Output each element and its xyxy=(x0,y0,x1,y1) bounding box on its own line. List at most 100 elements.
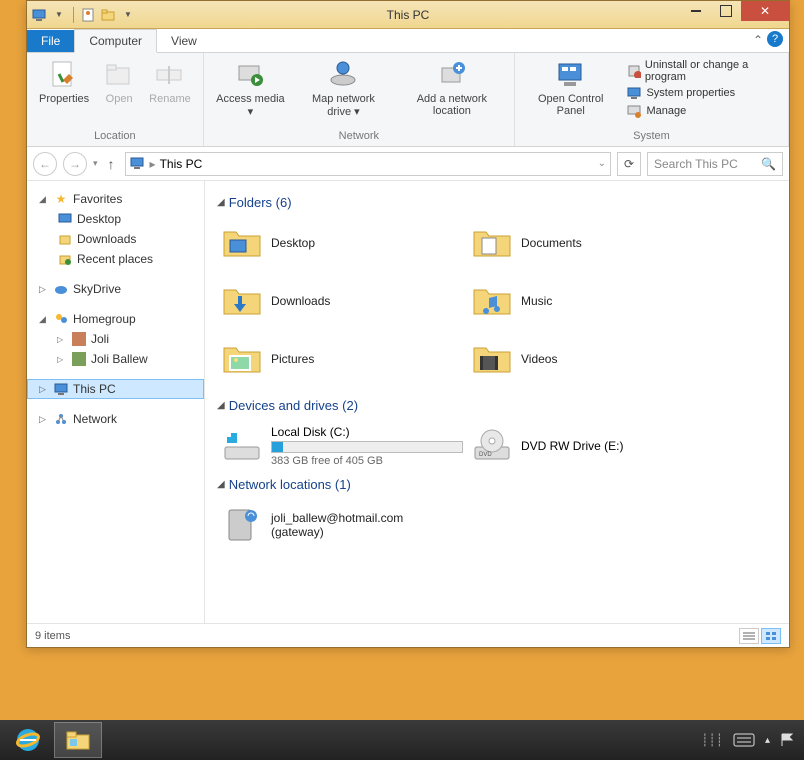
folders-header-label: Folders (6) xyxy=(229,195,292,210)
homegroup-label: Homegroup xyxy=(73,312,136,326)
view-toggles xyxy=(739,628,781,644)
taskbar-ie[interactable] xyxy=(4,722,52,758)
add-location-button[interactable]: Add a network location xyxy=(396,57,508,128)
netloc-group-header[interactable]: ◢ Network locations (1) xyxy=(217,477,777,492)
icons-view-button[interactable] xyxy=(761,628,781,644)
system-tray: ┊┊┊ ▴ xyxy=(701,732,800,748)
folder-music[interactable]: Music xyxy=(467,276,717,326)
sys-props-icon xyxy=(626,85,642,101)
folder-videos[interactable]: Videos xyxy=(467,334,717,384)
address-bar[interactable]: ▸ This PC ⌄ xyxy=(125,152,611,176)
rename-button: Rename xyxy=(143,57,197,128)
drives-header-label: Devices and drives (2) xyxy=(229,398,358,413)
qat-dropdown-icon-2[interactable]: ▼ xyxy=(120,7,136,23)
properties-icon xyxy=(48,59,80,91)
folders-group-header[interactable]: ◢ Folders (6) xyxy=(217,195,777,210)
ribbon-group-system: Open Control Panel Uninstall or change a… xyxy=(515,53,789,146)
maximize-button[interactable] xyxy=(711,1,741,21)
netloc-header-label: Network locations (1) xyxy=(229,477,351,492)
new-folder-icon[interactable] xyxy=(100,7,116,23)
uninstall-button[interactable]: Uninstall or change a program xyxy=(626,59,778,83)
sidebar-hg-user1[interactable]: ▷ Joli xyxy=(27,329,204,349)
ribbon-tab-row: File Computer View ⌃ ? xyxy=(27,29,789,53)
properties-button[interactable]: Properties xyxy=(33,57,95,128)
tab-computer[interactable]: Computer xyxy=(74,29,157,53)
refresh-button[interactable]: ⟳ xyxy=(617,152,641,176)
access-media-button[interactable]: Access media ▾ xyxy=(210,57,291,128)
qat-dropdown-icon[interactable]: ▼ xyxy=(51,7,67,23)
expand-arrow-icon[interactable]: ▷ xyxy=(57,355,67,364)
ribbon-collapse-icon[interactable]: ⌃ xyxy=(753,33,763,47)
downloads-label: Downloads xyxy=(77,232,136,246)
location-group-label: Location xyxy=(33,128,197,146)
map-drive-button[interactable]: Map network drive ▾ xyxy=(293,57,394,128)
drive-local[interactable]: Local Disk (C:) 383 GB free of 405 GB xyxy=(217,421,467,471)
cloud-icon xyxy=(53,281,69,297)
drives-group-header[interactable]: ◢ Devices and drives (2) xyxy=(217,398,777,413)
taskbar-explorer[interactable] xyxy=(54,722,102,758)
qat-icon-computer[interactable] xyxy=(31,7,47,23)
access-media-label: Access media ▾ xyxy=(216,93,285,118)
sidebar-hg-user2[interactable]: ▷ Joli Ballew xyxy=(27,349,204,369)
folder-documents[interactable]: Documents xyxy=(467,218,717,268)
tab-view[interactable]: View xyxy=(157,30,211,52)
netloc-item[interactable]: joli_ballew@hotmail.com (gateway) xyxy=(217,500,467,550)
sidebar-favorites[interactable]: ◢ ★ Favorites xyxy=(27,189,204,209)
access-media-icon xyxy=(234,59,266,91)
address-location: This PC xyxy=(160,157,203,171)
folder-icon xyxy=(471,222,513,264)
sidebar-recent[interactable]: Recent places xyxy=(27,249,204,269)
folder-downloads[interactable]: Downloads xyxy=(217,276,467,326)
forward-button[interactable]: → xyxy=(63,152,87,176)
sys-props-label: System properties xyxy=(646,87,735,99)
drive-capacity-bar xyxy=(271,441,463,453)
history-dropdown-icon[interactable]: ▾ xyxy=(93,158,98,169)
details-view-button[interactable] xyxy=(739,628,759,644)
up-button[interactable]: ↑ xyxy=(104,156,119,172)
search-input[interactable]: Search This PC 🔍 xyxy=(647,152,783,176)
expand-arrow-icon[interactable]: ▷ xyxy=(57,335,67,344)
sidebar-network[interactable]: ▷ Network xyxy=(27,409,204,429)
downloads-icon xyxy=(57,231,73,247)
sidebar-thispc[interactable]: ▷ This PC xyxy=(27,379,204,399)
keyboard-icon[interactable] xyxy=(733,733,755,747)
sys-props-button[interactable]: System properties xyxy=(626,85,778,101)
sidebar-desktop[interactable]: Desktop xyxy=(27,209,204,229)
back-button[interactable]: ← xyxy=(33,152,57,176)
expand-arrow-icon[interactable]: ◢ xyxy=(39,194,49,205)
expand-arrow-icon[interactable]: ◢ xyxy=(39,314,49,325)
drive-dvd[interactable]: DVD DVD RW Drive (E:) xyxy=(467,421,717,471)
expand-arrow-icon[interactable]: ▷ xyxy=(39,414,49,425)
address-dropdown-icon[interactable]: ⌄ xyxy=(598,158,606,169)
tray-chevron-icon[interactable]: ▴ xyxy=(765,735,770,746)
control-panel-button[interactable]: Open Control Panel xyxy=(521,57,620,128)
breadcrumb-chevron-icon[interactable]: ▸ xyxy=(150,157,156,171)
tab-file[interactable]: File xyxy=(27,30,74,52)
manage-button[interactable]: Manage xyxy=(626,103,778,119)
netloc-label: joli_ballew@hotmail.com (gateway) xyxy=(271,511,441,539)
add-location-label: Add a network location xyxy=(402,93,502,117)
folder-desktop[interactable]: Desktop xyxy=(217,218,467,268)
close-button[interactable] xyxy=(741,1,789,21)
skydrive-label: SkyDrive xyxy=(73,282,121,296)
expand-arrow-icon[interactable]: ▷ xyxy=(39,284,49,295)
rename-label: Rename xyxy=(149,93,191,105)
expand-arrow-icon[interactable]: ▷ xyxy=(39,384,49,395)
minimize-button[interactable] xyxy=(681,1,711,21)
folder-label: Music xyxy=(521,294,552,308)
drives-grid: Local Disk (C:) 383 GB free of 405 GB DV… xyxy=(217,421,777,471)
network-label: Network xyxy=(73,412,117,426)
help-icon[interactable]: ? xyxy=(767,31,783,47)
folders-grid: Desktop Documents Downloads Music Pictur… xyxy=(217,218,777,392)
favorites-label: Favorites xyxy=(73,192,122,206)
open-icon xyxy=(103,59,135,91)
folder-pictures[interactable]: Pictures xyxy=(217,334,467,384)
status-item-count: 9 items xyxy=(35,630,70,642)
sidebar-homegroup[interactable]: ◢ Homegroup xyxy=(27,309,204,329)
collapse-arrow-icon: ◢ xyxy=(217,479,225,490)
sidebar-skydrive[interactable]: ▷ SkyDrive xyxy=(27,279,204,299)
sidebar-downloads[interactable]: Downloads xyxy=(27,229,204,249)
navigation-pane: ◢ ★ Favorites Desktop Downloads Recent p… xyxy=(27,181,205,623)
flag-icon[interactable] xyxy=(780,732,794,748)
properties-icon[interactable] xyxy=(80,7,96,23)
